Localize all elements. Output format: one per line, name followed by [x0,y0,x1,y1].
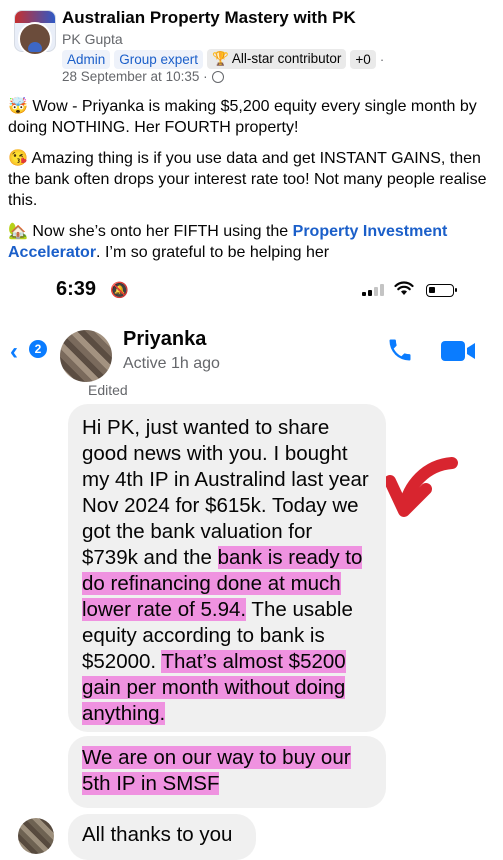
red-arrow-annotation [386,457,458,517]
author-badges: Admin Group expert 🏆 All-star contributor… [62,49,384,69]
message-bubble-1[interactable]: Hi PK, just wanted to share good news wi… [68,404,386,732]
group-name[interactable]: Australian Property Mastery with PK [62,8,356,28]
message-bubble-2[interactable]: We are on our way to buy our 5th IP in S… [68,736,386,808]
chat-screenshot: 6:39 🔕 ‹ 2 Priyanka Active 1h ago Edited… [0,270,503,860]
badge-all-star-label: All-star contributor [231,51,342,66]
badge-all-star[interactable]: 🏆 All-star contributor [207,49,347,69]
signal-icon [362,284,384,296]
trophy-icon: 🏆 [212,51,229,66]
badge-admin[interactable]: Admin [62,49,111,69]
post-body: 🤯 Wow - Priyanka is making $5,200 equity… [8,96,498,273]
author-name[interactable]: PK Gupta [62,31,123,47]
post-timestamp[interactable]: 28 September at 10:35 · [62,69,208,84]
wifi-icon [394,280,414,301]
phone-icon[interactable] [386,336,414,364]
post-paragraph-1: 🤯 Wow - Priyanka is making $5,200 equity… [8,98,477,136]
sender-avatar[interactable] [18,818,54,854]
author-avatar[interactable] [18,22,52,56]
post-header: Australian Property Mastery with PK PK G… [0,0,503,90]
edited-label: Edited [88,382,128,398]
post-meta: 28 September at 10:35 · [62,69,224,84]
status-time: 6:39 [56,278,97,300]
post-paragraph-2: 😘 Amazing thing is if you use data and g… [8,150,487,209]
badge-group-expert[interactable]: Group expert [114,49,204,69]
post-paragraph-3-prefix: 🏡 Now she’s onto her FIFTH using the [8,223,293,240]
post-paragraph-3: 🏡 Now she’s onto her FIFTH using the Pro… [8,221,498,263]
message-2-text: We are on our way to buy our 5th IP in S… [82,746,351,795]
contact-status: Active 1h ago [123,355,220,372]
badge-more[interactable]: +0 [350,49,376,69]
back-chevron-icon[interactable]: ‹ [10,338,18,366]
separator: · [379,51,385,67]
contact-avatar[interactable] [60,330,112,382]
unread-count-badge[interactable]: 2 [29,340,47,358]
bell-off-icon: 🔕 [110,282,129,299]
battery-low-icon [426,284,457,297]
video-camera-icon[interactable] [440,338,476,364]
post-paragraph-3-suffix: . I’m so grateful to be helping her [96,244,330,261]
message-bubble-3[interactable]: All thanks to you [68,814,256,860]
privacy-globe-icon[interactable] [211,70,224,83]
contact-name[interactable]: Priyanka [123,328,206,351]
